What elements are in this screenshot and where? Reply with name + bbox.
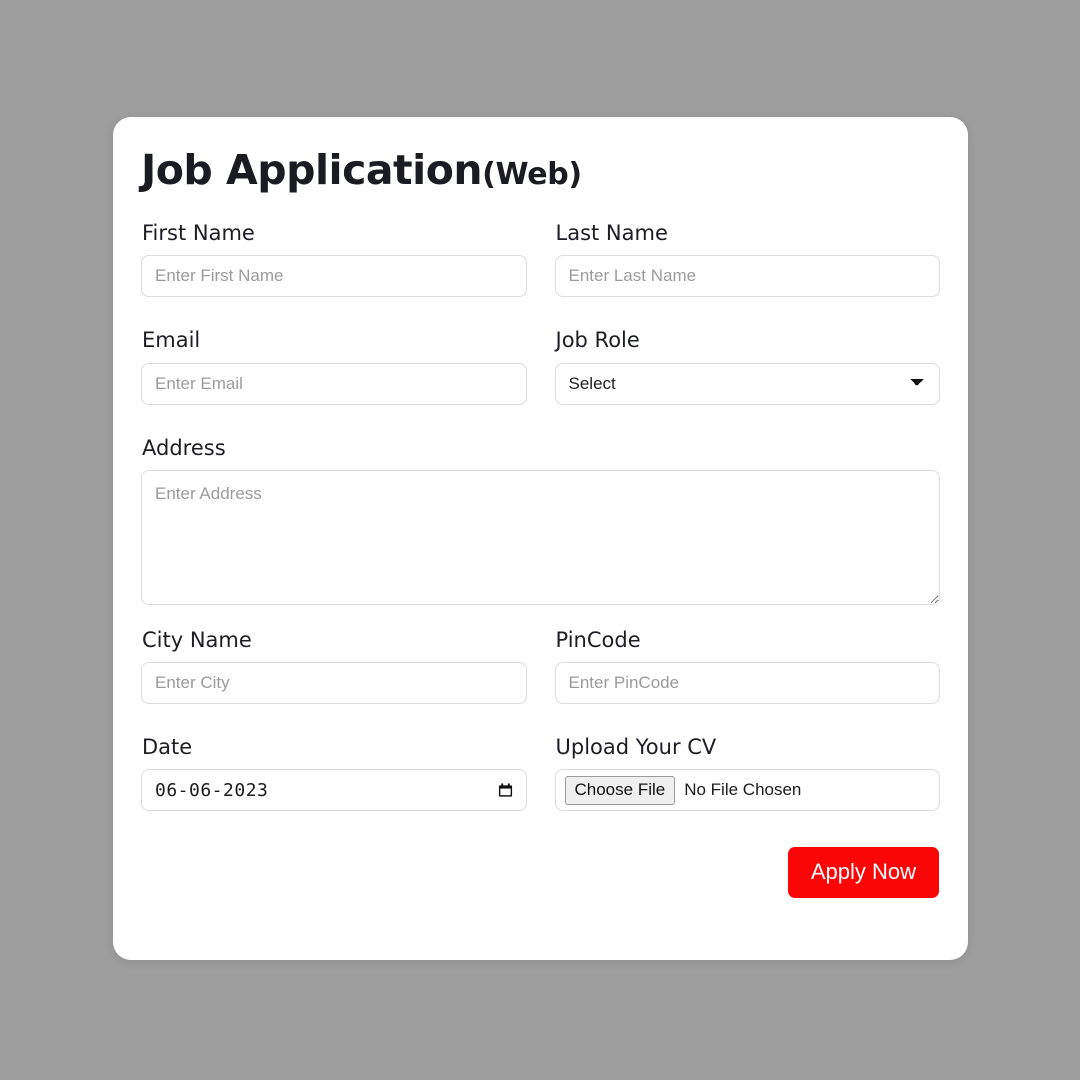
choose-file-button[interactable]: Choose File [564,776,676,805]
page-title-suffix: (Web) [482,157,582,192]
field-first-name: First Name [141,220,527,298]
apply-now-button[interactable]: Apply Now [787,847,939,898]
field-date: Date [141,734,527,812]
last-name-input[interactable] [554,255,940,298]
field-job-role: Job Role Select [554,327,940,405]
job-role-select[interactable]: Select [554,362,940,405]
field-last-name: Last Name [554,220,940,298]
last-name-label: Last Name [555,221,668,246]
city-input[interactable] [141,662,527,705]
address-label: Address [142,435,226,460]
job-role-label: Job Role [555,328,640,353]
date-label: Date [142,735,193,760]
job-application-card: Job Application(Web) First Name Last Nam… [113,117,968,960]
page-title-main: Job Application [141,146,483,194]
date-input-wrapper [141,769,527,812]
city-label: City Name [142,627,252,652]
cv-upload-label: Upload Your CV [555,735,717,760]
field-cv-upload: Upload Your CV Choose File No File Chose… [554,734,940,812]
address-textarea[interactable] [141,469,940,605]
city-pincode-row: City Name PinCode [141,627,940,712]
name-row: First Name Last Name [141,220,940,305]
field-pincode: PinCode [554,627,940,705]
file-status-text: No File Chosen [684,780,802,800]
form-actions: Apply Now [141,847,940,898]
pincode-input[interactable] [554,662,940,705]
file-input-wrapper[interactable]: Choose File No File Chosen [554,769,940,812]
first-name-input[interactable] [141,255,527,298]
field-address: Address [141,435,940,605]
first-name-label: First Name [142,221,255,246]
page-title: Job Application(Web) [141,146,940,194]
date-cv-row: Date Upload Your CV Choose F [141,734,940,819]
pincode-label: PinCode [555,627,641,652]
email-label: Email [142,328,201,353]
date-input[interactable] [141,769,527,812]
field-email: Email [141,327,527,405]
field-city: City Name [141,627,527,705]
page-background: Job Application(Web) First Name Last Nam… [0,0,1080,1080]
email-role-row: Email Job Role Select [141,327,940,412]
email-input[interactable] [141,362,527,405]
